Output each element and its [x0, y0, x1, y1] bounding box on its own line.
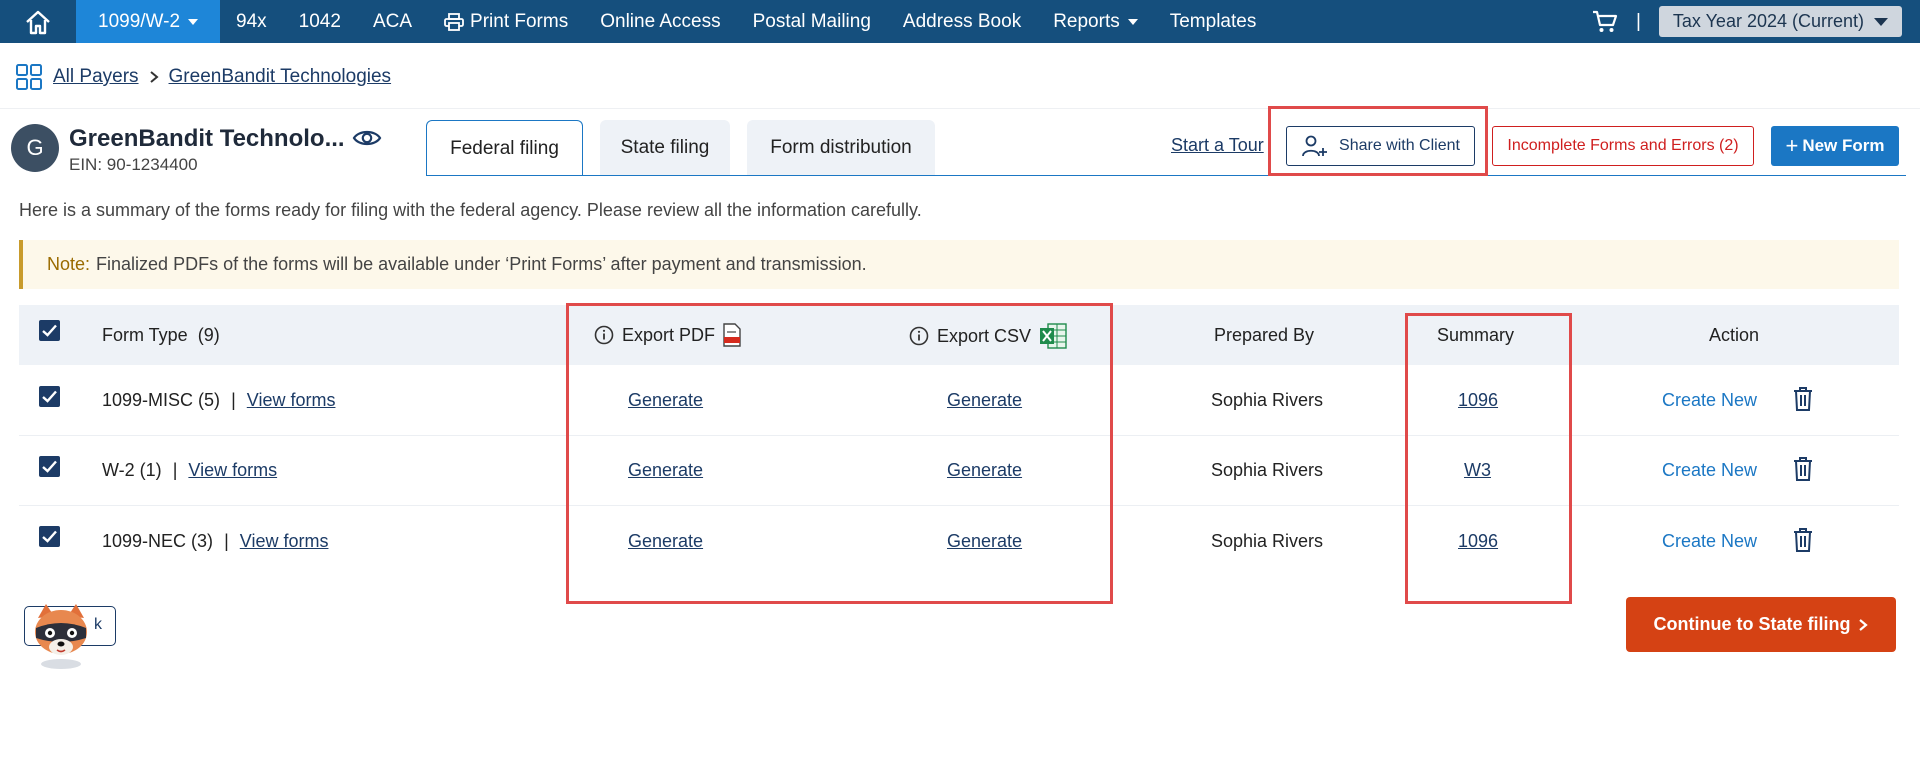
create-new-link[interactable]: Create New	[1662, 390, 1757, 411]
note-text: Finalized PDFs of the forms will be avai…	[96, 254, 867, 274]
check-icon	[42, 324, 57, 337]
table-row: 1099-NEC (3) | View forms	[102, 531, 328, 552]
top-navigation: 1099/W-2 94x 1042 ACA Print Forms Online…	[0, 0, 1920, 43]
tab-form-distribution[interactable]: Form distribution	[747, 120, 935, 175]
trash-icon[interactable]	[1792, 456, 1814, 482]
breadcrumb-current-payer[interactable]: GreenBandit Technologies	[169, 66, 392, 88]
row-checkbox[interactable]	[39, 386, 60, 407]
header-action: Action	[1709, 325, 1760, 345]
note-label: Note:	[47, 254, 91, 274]
grid-icon[interactable]	[15, 63, 43, 91]
prepared-by: Sophia Rivers	[1211, 390, 1324, 410]
home-button[interactable]	[0, 0, 76, 43]
eye-icon[interactable]	[352, 127, 382, 149]
highlight-summary-column	[1405, 313, 1572, 604]
view-forms-link[interactable]: View forms	[188, 460, 277, 480]
note-banner: Note: Finalized PDFs of the forms will b…	[19, 240, 1899, 289]
create-new-link[interactable]: Create New	[1662, 531, 1757, 552]
tab-federal-filing[interactable]: Federal filing	[426, 120, 583, 176]
nav-postal-mailing[interactable]: Postal Mailing	[737, 0, 887, 43]
printer-icon	[444, 12, 464, 31]
cart-icon[interactable]	[1592, 10, 1618, 34]
form-type: 1099-MISC (5)	[102, 390, 221, 410]
incomplete-forms-errors-button[interactable]: Incomplete Forms and Errors (2)	[1492, 126, 1754, 166]
start-tour-link[interactable]: Start a Tour	[1171, 135, 1264, 156]
row-separator: |	[172, 460, 178, 480]
nav-reports[interactable]: Reports	[1037, 0, 1154, 43]
plus-icon: +	[1785, 133, 1799, 158]
header-form-type: Form Type (9)	[102, 325, 220, 345]
view-forms-link[interactable]: View forms	[247, 390, 336, 410]
nav-94x[interactable]: 94x	[220, 0, 283, 43]
table-row: W-2 (1) | View forms	[102, 460, 277, 481]
row-checkbox[interactable]	[39, 456, 60, 477]
nav-separator: |	[1635, 10, 1641, 32]
nav-address-book[interactable]: Address Book	[887, 0, 1037, 43]
payer-ein: EIN: 90-1234400	[69, 155, 198, 174]
nav-1099-w2[interactable]: 1099/W-2	[76, 0, 221, 43]
payer-name: GreenBandit Technolo...	[69, 125, 345, 152]
check-icon	[42, 460, 57, 473]
summary-description: Here is a summary of the forms ready for…	[19, 200, 922, 220]
check-icon	[42, 390, 57, 403]
tab-state-filing[interactable]: State filing	[600, 120, 730, 175]
home-icon	[26, 10, 50, 34]
chevron-down-icon	[1127, 18, 1138, 25]
row-checkbox[interactable]	[39, 526, 60, 547]
highlight-share-button	[1268, 106, 1488, 176]
check-icon	[42, 530, 57, 543]
divider	[0, 108, 1920, 109]
continue-to-state-filing-button[interactable]: Continue to State filing	[1626, 597, 1896, 652]
chat-assistant-widget[interactable]: k	[22, 600, 118, 670]
nav-templates[interactable]: Templates	[1154, 0, 1273, 43]
breadcrumb-all-payers[interactable]: All Payers	[53, 66, 139, 88]
breadcrumb: All Payers GreenBandit Technologies	[15, 63, 391, 91]
tax-year-select[interactable]: Tax Year 2024 (Current)	[1658, 6, 1902, 37]
raccoon-mascot-icon	[35, 604, 87, 669]
form-type: W-2 (1)	[102, 460, 162, 480]
header-prepared-by: Prepared By	[1214, 325, 1315, 345]
form-type: 1099-NEC (3)	[102, 531, 214, 551]
select-all-checkbox[interactable]	[39, 320, 60, 341]
avatar: G	[11, 124, 59, 172]
chevron-right-icon	[1859, 618, 1869, 631]
nav-print-forms[interactable]: Print Forms	[428, 0, 584, 43]
view-forms-link[interactable]: View forms	[240, 531, 329, 551]
table-row: 1099-MISC (5) | View forms	[102, 390, 335, 411]
prepared-by: Sophia Rivers	[1211, 460, 1324, 480]
row-separator: |	[224, 531, 229, 551]
nav-online-access[interactable]: Online Access	[584, 0, 736, 43]
new-form-button[interactable]: + New Form	[1771, 126, 1899, 166]
tabs-baseline	[426, 175, 1906, 176]
highlight-export-columns	[566, 303, 1113, 604]
prepared-by: Sophia Rivers	[1211, 531, 1324, 551]
chevron-down-icon	[1874, 17, 1888, 26]
trash-icon[interactable]	[1792, 386, 1814, 412]
nav-aca[interactable]: ACA	[357, 0, 428, 43]
chevron-right-icon	[149, 71, 159, 83]
chevron-down-icon	[188, 18, 199, 25]
row-separator: |	[231, 390, 236, 410]
nav-right: | Tax Year 2024 (Current)	[1592, 0, 1902, 43]
trash-icon[interactable]	[1792, 527, 1814, 553]
nav-1042[interactable]: 1042	[283, 0, 357, 43]
create-new-link[interactable]: Create New	[1662, 460, 1757, 481]
